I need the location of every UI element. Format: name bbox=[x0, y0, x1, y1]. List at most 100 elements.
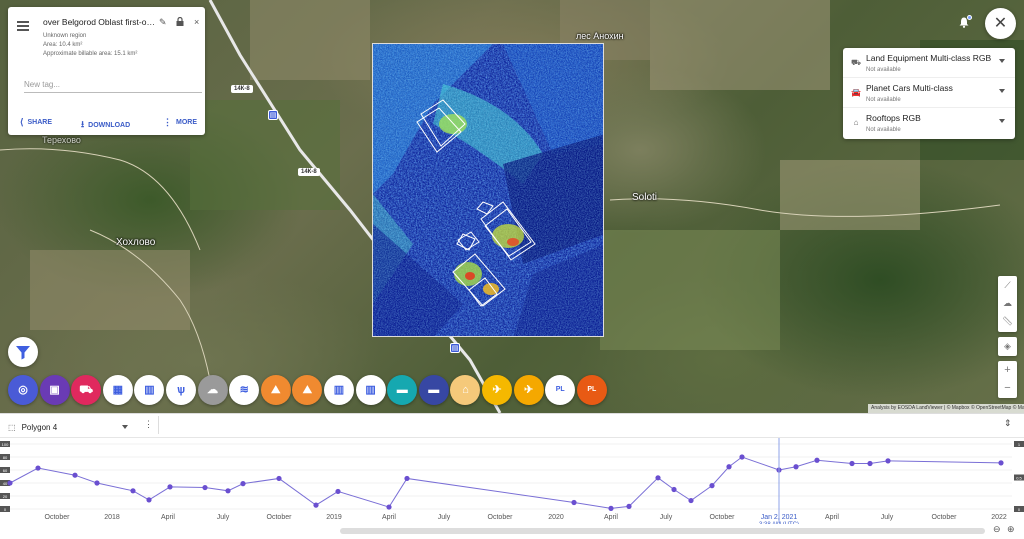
chevron-down-icon[interactable] bbox=[999, 119, 1005, 123]
layer-status: Not available bbox=[866, 127, 901, 133]
more-vert-icon: ⋮ bbox=[163, 117, 172, 127]
data-point bbox=[7, 480, 13, 486]
data-point bbox=[335, 488, 341, 495]
building-icon: ▦ bbox=[112, 384, 123, 396]
data-point bbox=[608, 505, 614, 511]
algorithm-button[interactable]: ⛟ bbox=[71, 375, 102, 405]
more-label: MORE bbox=[176, 119, 197, 126]
x-axis-tick-label: July bbox=[660, 514, 673, 521]
algorithm-button[interactable]: ✈ bbox=[513, 375, 544, 405]
data-point bbox=[94, 480, 100, 486]
divider bbox=[158, 416, 159, 434]
algorithm-button-pl[interactable]: PL bbox=[576, 375, 607, 405]
layer-item[interactable]: ⌂ Rooftops RGB Not available bbox=[843, 108, 1015, 138]
book-icon: ▥ bbox=[333, 384, 345, 396]
algorithm-button[interactable]: ▦ bbox=[102, 375, 133, 405]
layer-item[interactable]: 🚘 Planet Cars Multi-class Not available bbox=[843, 78, 1015, 108]
download-label: DOWNLOAD bbox=[88, 121, 131, 129]
layer-name: Land Equipment Multi-class RGB bbox=[866, 53, 992, 63]
data-point bbox=[726, 464, 732, 470]
y-axis-tick-label: 100 bbox=[2, 442, 9, 447]
timeline-chart[interactable]: 10080604020010.50October 2018 April July Oct… bbox=[0, 438, 1024, 524]
pencil-icon[interactable]: ✎ bbox=[159, 17, 167, 27]
ruler-line-icon[interactable]: ⟋ bbox=[998, 276, 1017, 294]
x-axis-tick-label: July bbox=[881, 514, 894, 521]
data-point bbox=[276, 475, 282, 482]
algorithm-button[interactable]: ▥ bbox=[324, 375, 354, 405]
x-axis-tick-label: 2019 bbox=[326, 514, 342, 521]
layer-name: Rooftops RGB bbox=[866, 113, 921, 123]
x-axis-tick-label: 2018 bbox=[104, 514, 120, 521]
y-axis-tick-label: 60 bbox=[3, 468, 8, 473]
lock-icon[interactable] bbox=[176, 16, 184, 28]
road-shield: 14К-8 bbox=[298, 168, 320, 176]
aoi-title[interactable]: over Belgorod Oblast first-ord... bbox=[43, 17, 155, 27]
layer-status: Not available bbox=[866, 97, 901, 103]
zoom-out-icon[interactable]: ⊖ bbox=[993, 524, 1001, 535]
water-icon: ≋ bbox=[239, 384, 249, 396]
close-icon: ✕ bbox=[993, 15, 1008, 32]
x-axis-tick-label: July bbox=[217, 514, 230, 521]
expand-icon[interactable]: ⇕ bbox=[1004, 418, 1012, 429]
algorithm-button[interactable]: ✈ bbox=[482, 375, 512, 405]
raster-heatmap bbox=[373, 44, 603, 336]
zoom-out-button[interactable]: − bbox=[998, 379, 1017, 397]
algorithm-button[interactable]: ☁ bbox=[197, 375, 228, 405]
x-axis-tick-label: October bbox=[932, 514, 958, 521]
aoi-info-panel: over Belgorod Oblast first-ord... ✎ × Un… bbox=[8, 7, 205, 135]
cloud-upload-icon[interactable]: ☁ bbox=[998, 294, 1017, 312]
filter-button[interactable] bbox=[8, 337, 38, 367]
close-button[interactable]: ✕ bbox=[985, 8, 1016, 39]
chevron-down-icon[interactable] bbox=[999, 89, 1005, 93]
timeline-scrollbar[interactable] bbox=[340, 528, 985, 534]
share-button[interactable]: ⟨ SHARE bbox=[20, 117, 52, 128]
algorithm-button[interactable]: ▬ bbox=[418, 375, 449, 405]
timeline-panel: ⬚ Polygon 4 ⋮ ⇕ 100 80 60 40 20 0 1 0.5 0 October… bbox=[0, 413, 1024, 539]
data-point bbox=[386, 504, 392, 510]
zoom-in-icon[interactable]: ⊕ bbox=[1007, 524, 1015, 535]
more-button[interactable]: ⋮ MORE bbox=[163, 117, 197, 128]
chevron-down-icon[interactable] bbox=[999, 59, 1005, 63]
algorithm-button[interactable]: ⛰ bbox=[260, 375, 291, 405]
layer-item[interactable]: ⛟ Land Equipment Multi-class RGB Not ava… bbox=[843, 48, 1015, 78]
algorithm-button[interactable]: ▥ bbox=[355, 375, 386, 405]
algorithm-button[interactable]: ѱ bbox=[166, 375, 196, 405]
algorithm-button[interactable]: ◎ bbox=[8, 375, 38, 405]
raster-overlay[interactable] bbox=[372, 43, 604, 337]
layers-button[interactable]: ◈ bbox=[998, 337, 1017, 356]
menu-icon[interactable] bbox=[17, 21, 29, 31]
poi-icon[interactable]: ▤ bbox=[268, 110, 278, 120]
ruler-icon[interactable]: 📏︎ bbox=[998, 312, 1017, 330]
map-view[interactable]: 14К-8 14К-8 ▤ ▤ лес Анохин Хохлово Solot… bbox=[0, 0, 1024, 413]
polygon-label: Polygon 4 bbox=[21, 422, 58, 432]
layers-icon: ◈ bbox=[1004, 341, 1011, 351]
more-vert-icon[interactable]: ⋮ bbox=[144, 419, 153, 430]
x-axis-tick-label: April bbox=[382, 514, 396, 521]
algorithm-button[interactable]: ▬ bbox=[387, 375, 418, 405]
x-axis-tick-label: October bbox=[710, 514, 736, 521]
algorithm-button-pl[interactable]: PL bbox=[545, 375, 576, 405]
cloud-icon: ☁ bbox=[207, 384, 219, 396]
zoom-in-button[interactable]: + bbox=[998, 361, 1017, 379]
close-icon[interactable]: × bbox=[194, 17, 199, 27]
zoom-controls: + − bbox=[998, 361, 1017, 398]
x-axis-tick-label: 2020 bbox=[548, 514, 564, 521]
x-axis-tick-label: October bbox=[488, 514, 514, 521]
map-label-village: Soloti bbox=[632, 192, 658, 203]
data-point bbox=[849, 460, 855, 467]
algorithm-button[interactable]: ▣ bbox=[39, 375, 70, 405]
plane-icon: ✈ bbox=[523, 384, 534, 396]
new-tag-input[interactable] bbox=[24, 77, 202, 93]
share-label: SHARE bbox=[27, 119, 53, 126]
poi-icon[interactable]: ▤ bbox=[450, 343, 460, 353]
selected-time-label: 3:38 AM (UTC) bbox=[759, 522, 799, 524]
notifications-button[interactable] bbox=[959, 15, 972, 29]
data-point bbox=[225, 488, 231, 494]
download-button[interactable]: ⭳ DOWNLOAD bbox=[81, 117, 130, 133]
polygon-icon: ⬚ bbox=[8, 422, 16, 432]
car-icon: 🚘 bbox=[851, 88, 861, 97]
polygon-select[interactable]: ⬚ Polygon 4 bbox=[8, 419, 128, 435]
x-axis-tick-label: April bbox=[604, 514, 618, 521]
algorithm-button[interactable]: ≋ bbox=[229, 375, 260, 405]
filter-icon bbox=[16, 346, 30, 360]
